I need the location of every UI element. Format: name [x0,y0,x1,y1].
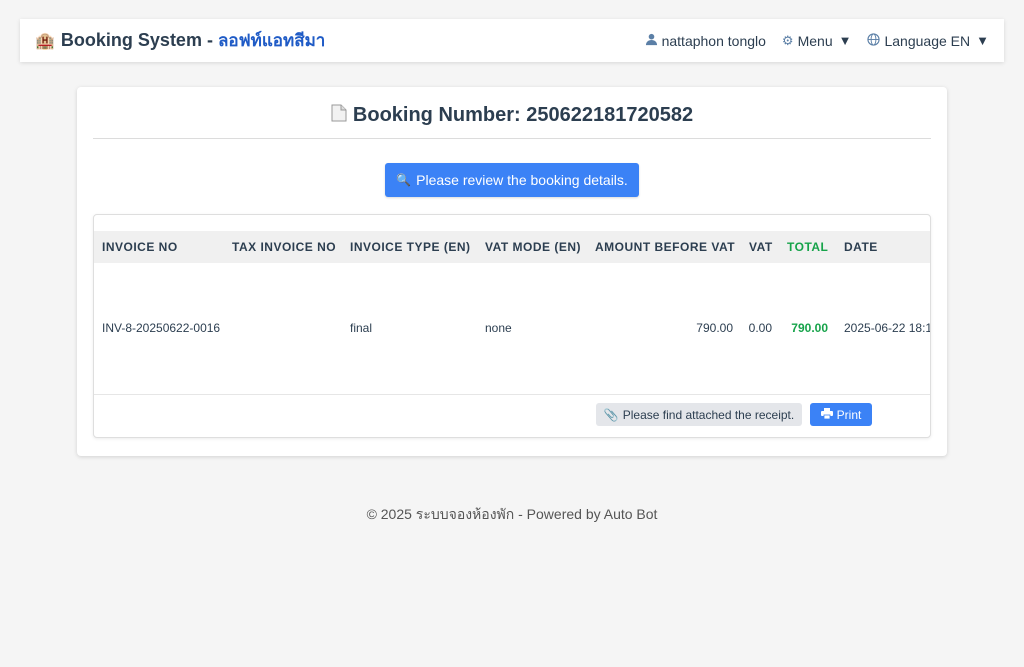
table-header: INVOICE NO TAX INVOICE NO INVOICE TYPE (… [94,231,930,263]
hotel-icon: 🏨 [35,32,55,50]
invoice-table: INVOICE NO TAX INVOICE NO INVOICE TYPE (… [93,214,931,438]
table-row: INV-8-20250622-0016 final none 790.00 0.… [94,263,931,395]
brand-subtitle: ลอฟท์แอทสีมา [217,31,326,50]
user-icon [645,33,658,49]
user-name: nattaphon tonglo [661,32,766,49]
cell-vat-mode: none [485,321,512,335]
review-details-button[interactable]: 🔍 Please review the booking details. [385,163,639,197]
cell-amount-before-vat: 790.00 [696,321,733,335]
document-icon [331,104,347,127]
gear-icon: ⚙ [781,32,794,48]
chevron-down-icon: ▼ [838,33,852,48]
brand-title: Booking System [60,30,202,50]
print-button-label: Print [836,407,862,422]
chevron-down-icon: ▼ [976,33,989,48]
attached-receipt-button[interactable]: 📎 Please find attached the receipt. [596,403,802,426]
column-header-date: DATE [844,240,878,254]
review-button-label: Please review the booking details. [416,172,628,188]
paperclip-icon: 📎 [603,407,619,422]
footer: © 2025 ระบบจองห้องพัก - Powered by Auto … [366,506,658,522]
brand[interactable]: 🏨 Booking System - ลอฟท์แอทสีมา [35,27,325,54]
language-dropdown[interactable]: Language EN ▼ [867,33,989,49]
cell-vat: 0.00 [748,321,772,335]
globe-icon [867,32,881,49]
column-header-vat: VAT [749,240,773,254]
column-header-tax-invoice-no: TAX INVOICE NO [232,240,337,254]
nav-menu: nattaphon tonglo ⚙ Menu ▼ Language EN ▼ [645,33,989,49]
cell-invoice-no: INV-8-20250622-0016 [102,321,221,335]
magnifier-icon: 🔍 [396,173,412,187]
printer-icon [820,407,833,422]
user-menu[interactable]: nattaphon tonglo [645,33,766,49]
column-header-invoice-no: INVOICE NO [102,240,178,254]
cell-invoice-type: final [350,321,373,335]
print-button[interactable]: Print [810,403,872,426]
menu-dropdown[interactable]: ⚙ Menu ▼ [782,33,852,49]
menu-label: Menu [797,32,833,49]
column-header-amount-before-vat: AMOUNT BEFORE VAT [595,240,736,254]
brand-separator: - [206,30,213,50]
receipt-button-label: Please find attached the receipt. [622,407,795,422]
column-header-vat-mode: VAT MODE (EN) [485,240,582,254]
column-header-total: TOTAL [787,240,829,254]
booking-card: Booking Number: 250622181720582 🔍 Please… [77,87,947,456]
cell-total: 790.00 [791,321,828,335]
language-label: Language EN [884,32,971,49]
cell-date: 2025-06-22 18:17 [844,321,931,335]
booking-number: Booking Number: 250622181720582 [352,104,694,126]
top-navbar: 🏨 Booking System - ลอฟท์แอทสีมา nattapho… [20,19,1004,62]
column-header-invoice-type: INVOICE TYPE (EN) [350,240,471,254]
page-title: Booking Number: 250622181720582 [93,87,931,139]
